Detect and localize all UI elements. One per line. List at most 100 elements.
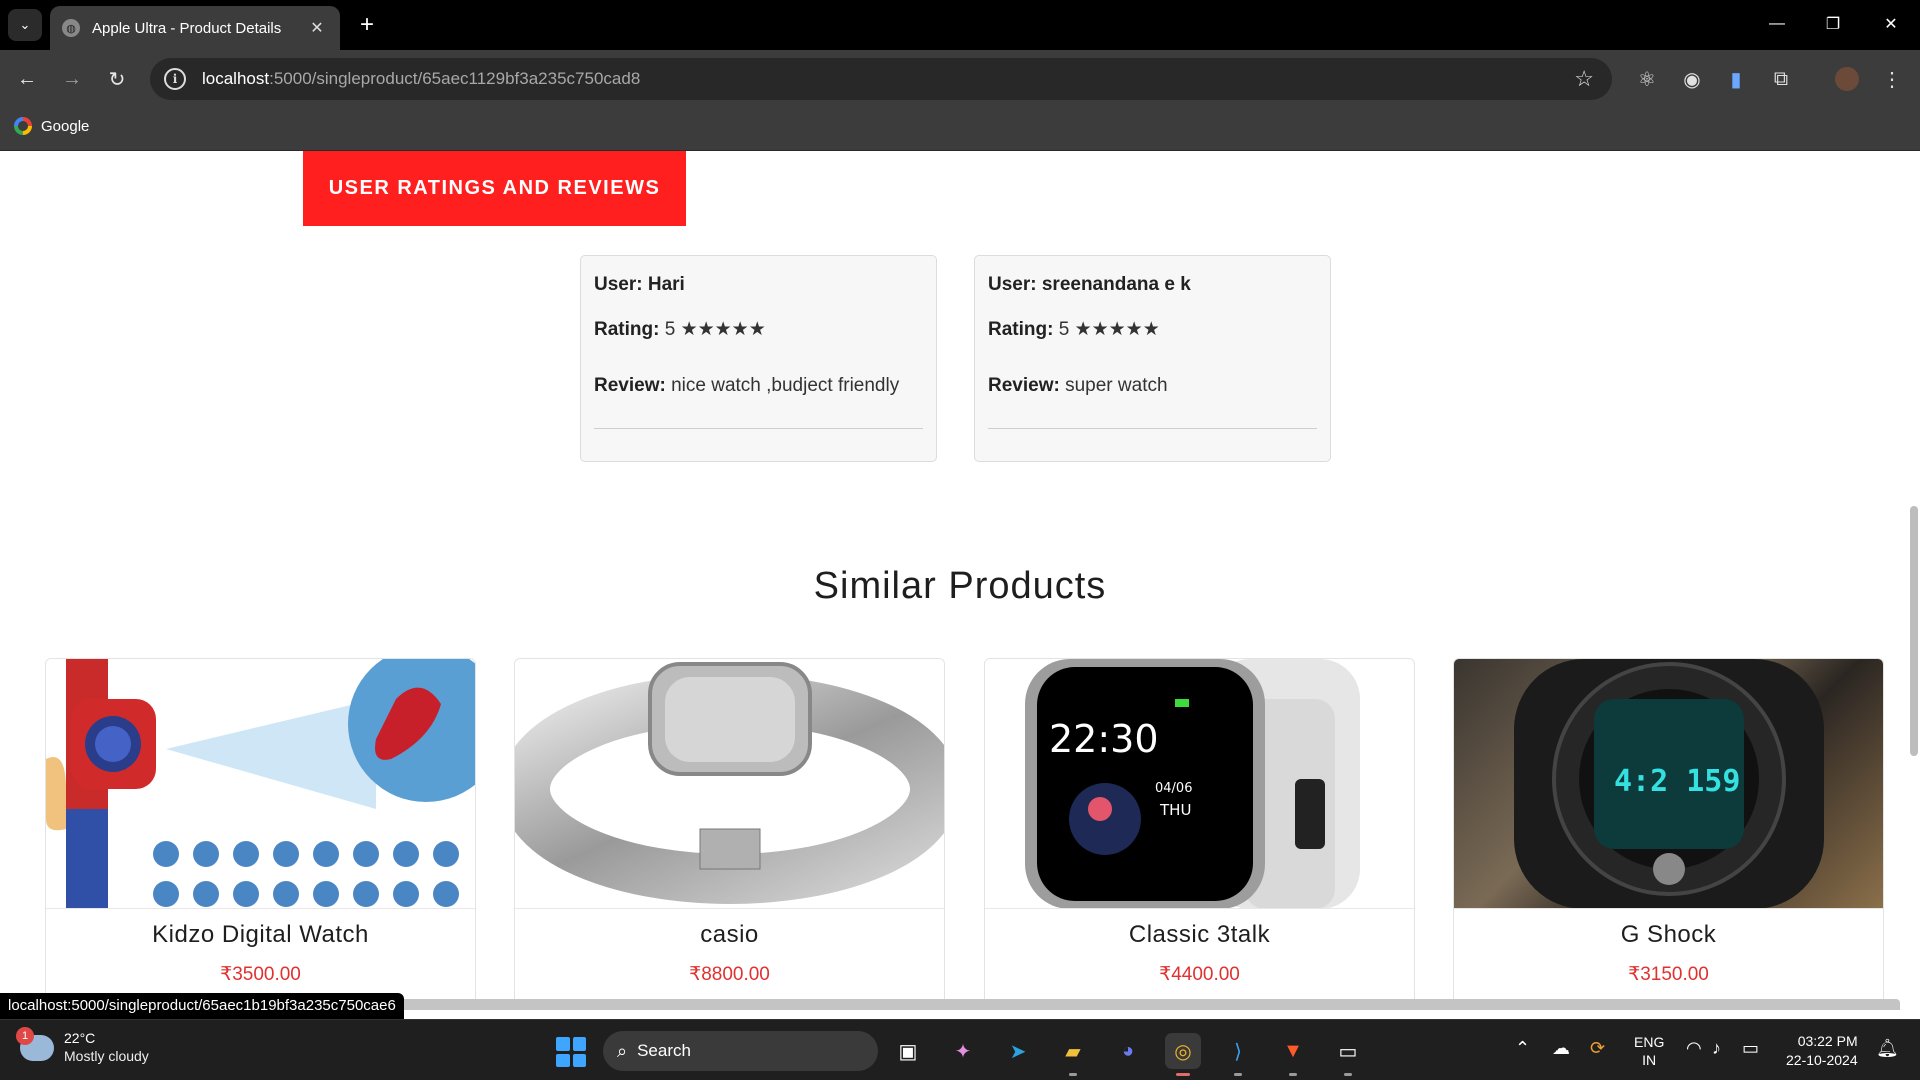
weather-widget[interactable]: 1 22°C Mostly cloudy <box>16 1026 149 1065</box>
user-label: User: <box>594 274 643 295</box>
product-card[interactable]: 4:2 159 G Shock ₹3150.00 <box>1453 658 1884 1010</box>
similar-products-heading: Similar Products <box>813 565 1107 607</box>
weather-temperature: 22°C <box>64 1030 96 1046</box>
language-indicator[interactable]: ENG IN <box>1634 1033 1664 1069</box>
tab-title: Apple Ultra - Product Details <box>92 19 282 37</box>
arrow-left-icon: ← <box>17 67 37 90</box>
battery-icon[interactable]: ▭ <box>1742 1038 1759 1059</box>
clock-time: 03:22 PM <box>1797 1033 1858 1049</box>
product-card[interactable]: casio ₹8800.00 <box>514 658 945 1010</box>
sync-icon[interactable]: ⟳ <box>1590 1038 1605 1059</box>
product-image[interactable]: 4:2 159 <box>1454 659 1883 909</box>
avatar-image <box>1835 67 1859 91</box>
horizontal-scrollbar-thumb[interactable] <box>398 999 1900 1010</box>
reload-icon: ↻ <box>108 68 126 91</box>
telegram-icon[interactable]: ➤ <box>1000 1033 1036 1069</box>
chrome-icon[interactable]: ◎ <box>1165 1033 1201 1076</box>
product-image[interactable]: 22:30 04/06 THU <box>985 659 1414 909</box>
weather-description: Mostly cloudy <box>64 1048 149 1064</box>
product-price: ₹8800.00 <box>689 964 770 985</box>
running-indicator <box>1344 1073 1352 1076</box>
task-view-icon[interactable]: ▣ <box>890 1033 926 1069</box>
smartwatch-image <box>1025 659 1360 908</box>
product-card[interactable]: Kidzo Digital Watch ₹3500.00 <box>45 658 476 1010</box>
product-name[interactable]: casio <box>515 921 944 949</box>
rating-value: 5 <box>1058 319 1070 340</box>
minimize-button[interactable]: — <box>1750 8 1804 40</box>
product-name[interactable]: Classic 3talk <box>985 921 1414 949</box>
divider <box>988 428 1317 429</box>
copilot-icon[interactable]: ✦ <box>945 1033 981 1069</box>
bookmark-star-icon[interactable]: ☆ <box>1574 66 1594 92</box>
chevron-up-icon[interactable]: ⌃ <box>1515 1038 1530 1059</box>
clock-date: 22-10-2024 <box>1786 1052 1858 1068</box>
close-tab-icon[interactable]: ✕ <box>306 18 328 38</box>
user-label: User: <box>988 274 1037 295</box>
record-extension-icon[interactable]: ◉ <box>1677 64 1707 94</box>
region-code: IN <box>1642 1052 1657 1068</box>
review-card: User: sreenandana e k Rating: 5 ★★★★★ Re… <box>974 255 1331 462</box>
vertical-scrollbar-thumb[interactable] <box>1910 506 1918 756</box>
casio-watch-image <box>515 662 944 904</box>
terminal-icon[interactable]: ▭ <box>1330 1033 1366 1076</box>
chevron-down-icon: ⌄ <box>19 17 31 32</box>
discord-icon[interactable]: ◕ <box>1110 1033 1146 1069</box>
system-clock[interactable]: 03:22 PM 22-10-2024 <box>1786 1032 1858 1070</box>
star-rating-icon: ★★★★★ <box>1074 319 1160 340</box>
kids-projector-watch-image <box>46 659 475 908</box>
restore-button[interactable]: ❐ <box>1806 8 1860 40</box>
new-tab-button[interactable]: + <box>352 10 382 40</box>
review-rating: Rating: 5 ★★★★★ <box>594 318 923 341</box>
user-name: Hari <box>647 274 685 295</box>
product-name[interactable]: G Shock <box>1454 921 1883 949</box>
taskbar-search[interactable]: ⌕ Search <box>603 1031 878 1071</box>
react-devtools-icon[interactable]: ⚛ <box>1632 64 1662 94</box>
file-explorer-icon[interactable]: ▰ <box>1055 1033 1091 1076</box>
bookmarks-bar: Google <box>0 108 1920 151</box>
address-bar[interactable]: i localhost:5000/singleproduct/65aec1129… <box>150 58 1612 100</box>
product-price: ₹3150.00 <box>1628 964 1709 985</box>
active-indicator <box>1176 1073 1190 1076</box>
running-indicator <box>1069 1073 1077 1076</box>
windows-taskbar: 1 22°C Mostly cloudy ⌕ Search ▣ ✦ ➤ ▰ ◕ … <box>0 1019 1920 1080</box>
extensions-puzzle-icon[interactable]: ⧉ <box>1766 64 1796 94</box>
globe-icon: ◍ <box>62 19 80 37</box>
search-icon: ⌕ <box>617 1040 628 1061</box>
browser-tab[interactable]: ◍ Apple Ultra - Product Details ✕ <box>50 6 340 50</box>
site-info-icon[interactable]: i <box>164 68 186 90</box>
rating-label: Rating: <box>988 319 1054 340</box>
product-card[interactable]: 22:30 04/06 THU Classic 3talk ₹4400.00 <box>984 658 1415 1010</box>
review-text: Review: super watch <box>988 375 1317 397</box>
cloud-icon: 1 <box>16 1026 54 1061</box>
reviews-heading: USER RATINGS AND REVIEWS <box>303 151 686 226</box>
url-host: localhost <box>202 69 270 88</box>
forward-button[interactable]: → <box>56 63 88 95</box>
vscode-icon[interactable]: ⟩ <box>1220 1033 1256 1076</box>
star-rating-icon: ★★★★★ <box>680 319 766 340</box>
volume-icon[interactable]: ♪ <box>1712 1038 1721 1059</box>
tab-search-dropdown[interactable]: ⌄ <box>8 9 42 41</box>
url-path: :5000/singleproduct/65aec1129bf3a235c750… <box>269 69 641 88</box>
watch-day: THU <box>1160 801 1192 819</box>
onedrive-cloud-icon[interactable]: ☁ <box>1552 1038 1570 1059</box>
review-text: Review: nice watch ,budject friendly <box>594 375 923 397</box>
profile-avatar[interactable] <box>1832 64 1862 94</box>
product-price: ₹4400.00 <box>1159 964 1240 985</box>
bookmark-google[interactable]: Google <box>14 117 89 135</box>
wifi-icon[interactable]: ◠ <box>1686 1038 1702 1059</box>
windows-logo-icon <box>556 1053 570 1067</box>
product-image[interactable] <box>46 659 475 909</box>
files-extension-icon[interactable]: ▮ <box>1721 64 1751 94</box>
search-label: Search <box>637 1041 691 1060</box>
page-viewport: USER RATINGS AND REVIEWS User: Hari Rati… <box>0 151 1920 1010</box>
review-rating: Rating: 5 ★★★★★ <box>988 318 1317 341</box>
back-button[interactable]: ← <box>11 63 43 95</box>
product-name[interactable]: Kidzo Digital Watch <box>46 921 475 949</box>
start-button[interactable] <box>556 1037 586 1067</box>
kebab-menu-icon[interactable]: ⋮ <box>1877 64 1907 94</box>
brave-icon[interactable]: ▼ <box>1275 1033 1311 1076</box>
product-image[interactable] <box>515 659 944 909</box>
reload-button[interactable]: ↻ <box>101 63 133 95</box>
notification-bell-icon[interactable]: 🔔︎ <box>1876 1038 1899 1059</box>
close-window-button[interactable]: ✕ <box>1864 8 1918 40</box>
